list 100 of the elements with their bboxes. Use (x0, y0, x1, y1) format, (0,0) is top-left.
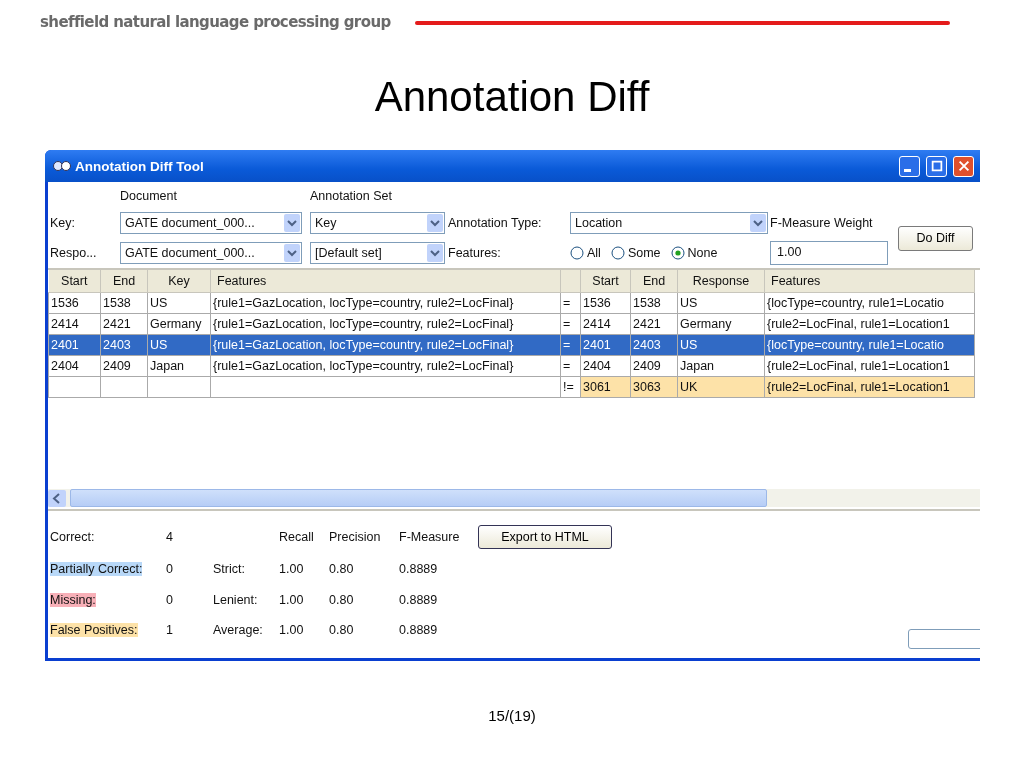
slide-title: Annotation Diff (373, 72, 651, 122)
table-cell: Germany (677, 313, 765, 335)
metric-value: 0.8889 (399, 592, 439, 607)
close-button[interactable] (953, 155, 974, 177)
maximize-button[interactable] (926, 155, 947, 177)
radio-button[interactable] (670, 245, 685, 260)
metric-value: 0.80 (329, 592, 355, 607)
close-icon (956, 159, 971, 173)
table-cell: Japan (147, 355, 211, 377)
brand-logo: sheffield natural language processing group (40, 13, 391, 31)
window-title: Annotation Diff Tool (75, 158, 205, 174)
column-header[interactable]: Features (210, 270, 561, 293)
table-cell: 1536 (580, 292, 631, 314)
table-row[interactable]: 2401 2403 US {rule1=GazLocation, locType=country, rule2=LocFinal} = 2401 2403 US {locType=country, rule1=Locatio (48, 334, 975, 356)
field-label: Annotation Type: (447, 215, 543, 230)
table-cell: {locType=country, rule1=Locatio (764, 292, 975, 314)
metric-label: Average: (213, 623, 264, 637)
do-diff-button[interactable]: Do Diff (898, 225, 973, 251)
table-cell: 2414 (48, 313, 101, 335)
caret-icon (427, 243, 443, 262)
column-header[interactable]: Response (677, 270, 765, 293)
page-number: 15/(19) (487, 707, 537, 724)
metric-value: 0.80 (329, 623, 355, 637)
minimize-button[interactable] (899, 155, 920, 177)
export-button[interactable]: Export to HTML (478, 525, 612, 549)
table-cell: 1538 (100, 292, 148, 314)
metric-value: 0.8889 (399, 623, 439, 637)
table-cell: 2404 (580, 355, 631, 377)
metric-value: 1.00 (279, 623, 305, 637)
scroll-left-icon (48, 489, 66, 507)
scrollbar-thumb[interactable] (70, 489, 767, 507)
table-row[interactable]: 2404 2409 Japan {rule1=GazLocation, locType=country, rule2=LocFinal} = 2404 2409 Japan {rule2=LocFinal, rule1=Location1 (48, 355, 975, 377)
column-header[interactable]: Features (764, 270, 975, 293)
text-field[interactable]: 1.00 (770, 240, 888, 265)
metric-value: 0.80 (329, 561, 355, 576)
field-label: Features: (447, 245, 502, 260)
radio-button[interactable] (610, 245, 625, 260)
stat-value: 4 (166, 530, 174, 544)
table-cell: = (560, 313, 581, 335)
table-row[interactable]: 1536 1538 US {rule1=GazLocation, locType=country, rule2=LocFinal} = 1536 1538 US {locType=country, rule1=Locatio (48, 292, 975, 314)
table-cell: = (560, 355, 581, 377)
dropdown[interactable]: GATE document_000... (120, 211, 302, 234)
minimize-icon (904, 168, 911, 172)
metric-header: Recall (279, 530, 315, 544)
table-cell: {locType=country, rule1=Locatio (764, 334, 975, 356)
dropdown[interactable]: Location (570, 211, 768, 234)
caret-icon (284, 213, 300, 232)
metric-header: Precision (329, 530, 382, 544)
table-cell: US (677, 292, 765, 314)
radio-button[interactable] (570, 245, 584, 260)
stat-value: 1 (166, 623, 174, 637)
horizontal-scrollbar[interactable] (48, 489, 980, 507)
table-cell: {rule1=GazLocation, locType=country, rule2=LocFinal} (210, 355, 561, 377)
table-cell: {rule2=LocFinal, rule1=Location1 (764, 355, 975, 377)
table-cell: 2401 (48, 334, 101, 356)
table-row[interactable]: != 3061 3063 UK {rule2=LocFinal, rule1=Location1 (48, 376, 975, 398)
table-cell: Germany (147, 313, 211, 335)
field-label: Respo... (50, 245, 98, 260)
table-cell: 1538 (630, 292, 678, 314)
table-cell: 2414 (580, 313, 631, 335)
maximize-icon (929, 159, 944, 173)
table-cell: 1536 (48, 292, 101, 314)
table-cell: {rule1=GazLocation, locType=country, rule2=LocFinal} (210, 334, 561, 356)
stat-value: 0 (166, 592, 174, 607)
metric-label: Strict: (213, 561, 246, 576)
table-cell: = (560, 292, 581, 314)
stat-value: 0 (166, 561, 174, 576)
legend-label: Partially Correct: (50, 561, 143, 576)
column-header[interactable]: Start (580, 270, 631, 293)
column-header[interactable]: Start (48, 270, 101, 293)
table-cell: 2421 (100, 313, 148, 335)
column-header[interactable]: End (630, 270, 678, 293)
metric-header: F-Measure (399, 530, 461, 544)
column-header[interactable]: Key (147, 270, 211, 293)
stat-label: Correct: (50, 530, 95, 544)
metric-value: 1.00 (279, 561, 305, 576)
dropdown[interactable]: [Default set] (310, 241, 445, 264)
radio-label: All (587, 245, 601, 260)
table-cell: 2404 (48, 355, 101, 377)
legend-label: Missing: (50, 592, 96, 607)
column-label: Annotation Set (310, 189, 393, 203)
legend-label: False Positives: (50, 623, 138, 637)
table-row[interactable]: 2414 2421 Germany {rule1=GazLocation, locType=country, rule2=LocFinal} = 2414 2421 Germany {rule2=LocFinal, rule1=Location1 (48, 313, 975, 335)
caret-icon (284, 243, 300, 262)
table-cell: {rule2=LocFinal, rule1=Location1 (764, 313, 975, 335)
column-label: Document (120, 189, 178, 203)
dropdown[interactable]: GATE document_000... (120, 241, 302, 264)
field-label: Key: (50, 215, 76, 230)
radio-label: None (687, 245, 718, 260)
table-cell: Japan (677, 355, 765, 377)
column-header[interactable]: End (100, 270, 148, 293)
radio-label: Some (627, 245, 661, 260)
metric-label: Lenient: (213, 592, 259, 607)
field-label: F-Measure Weight (770, 215, 874, 230)
caret-icon (427, 213, 443, 232)
metric-value: 1.00 (279, 592, 305, 607)
table-cell: 2409 (100, 355, 148, 377)
table-cell: 2409 (630, 355, 678, 377)
dropdown[interactable]: Key (310, 211, 445, 234)
app-icon (53, 160, 71, 172)
